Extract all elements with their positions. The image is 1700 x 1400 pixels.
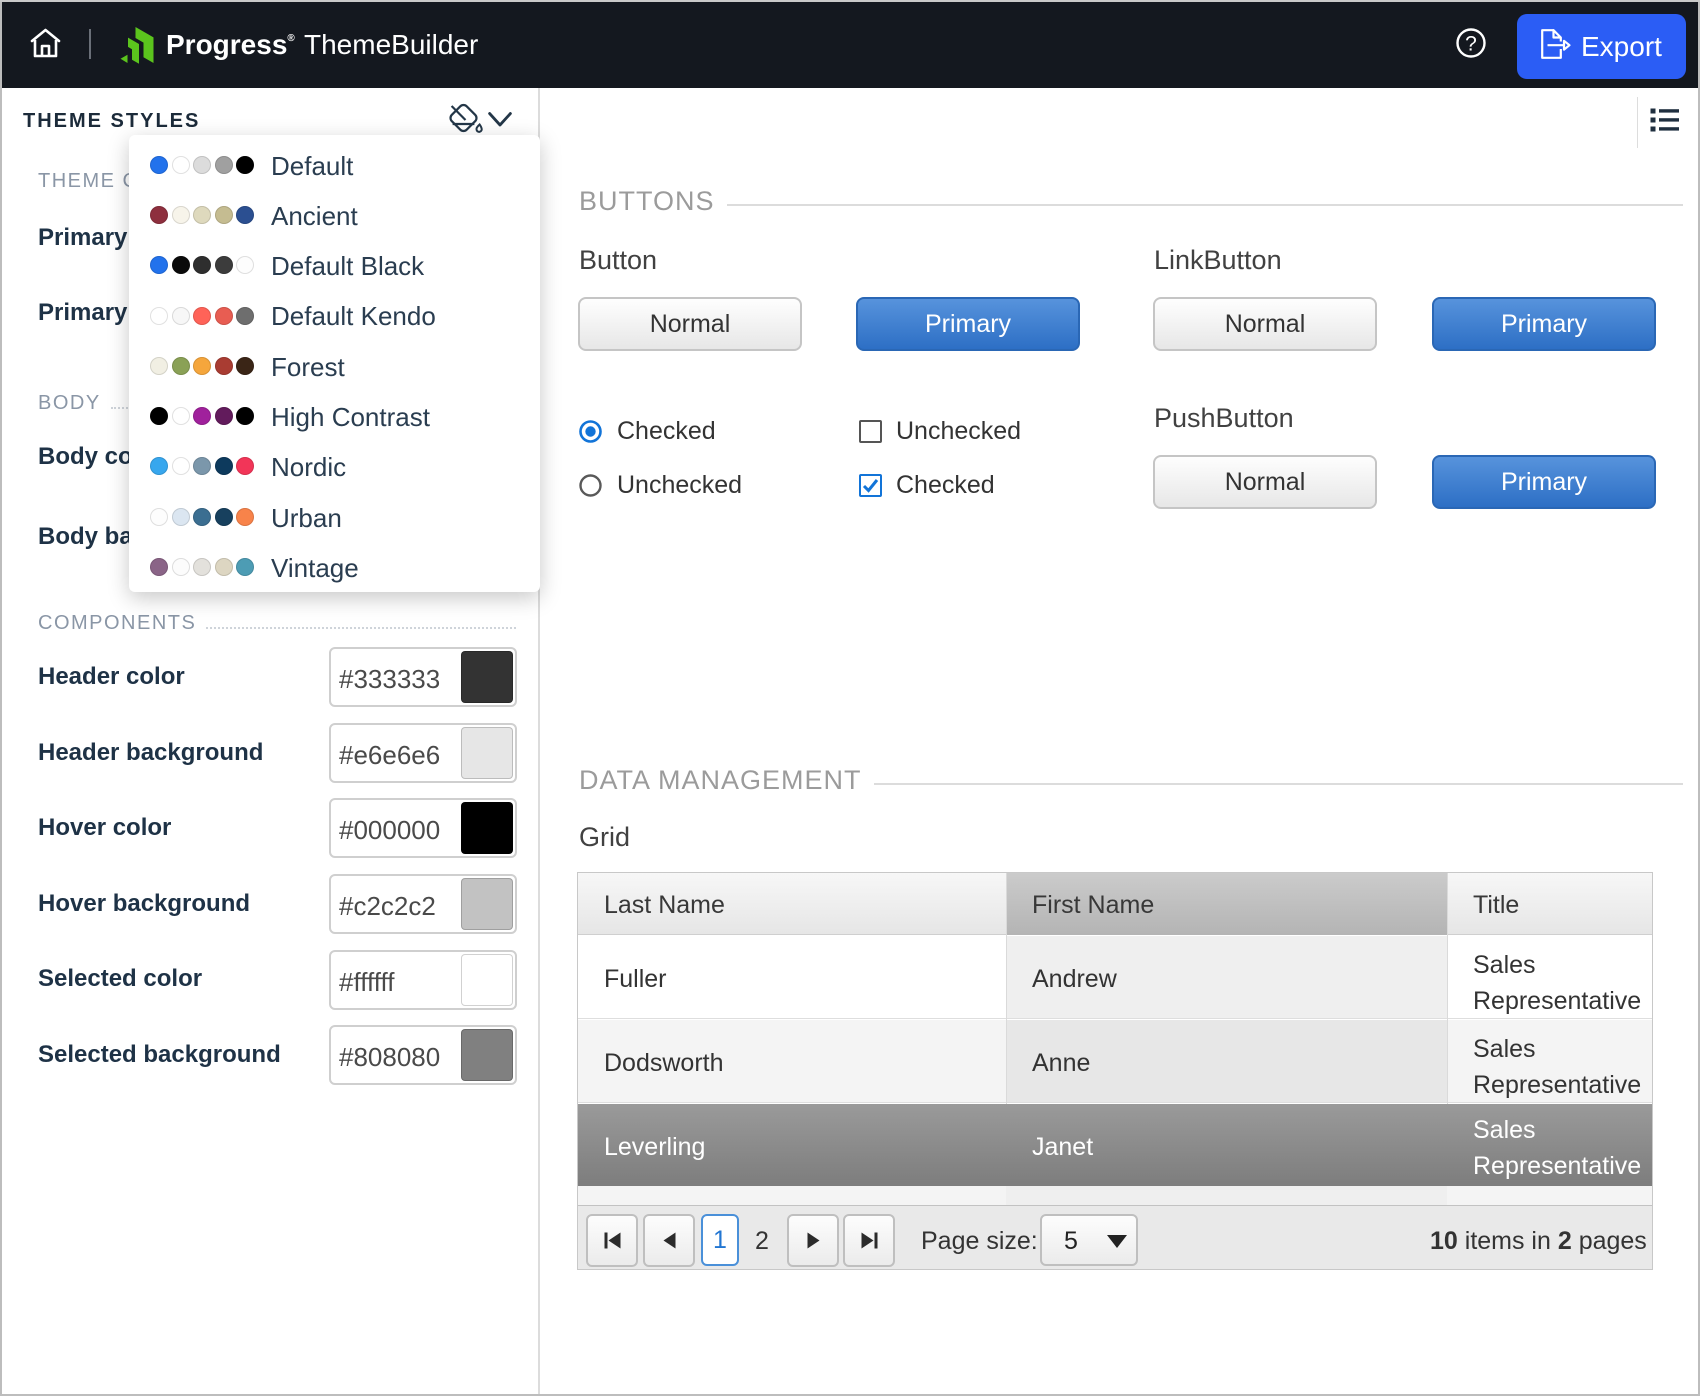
svg-text:?: ? [1465,33,1477,56]
